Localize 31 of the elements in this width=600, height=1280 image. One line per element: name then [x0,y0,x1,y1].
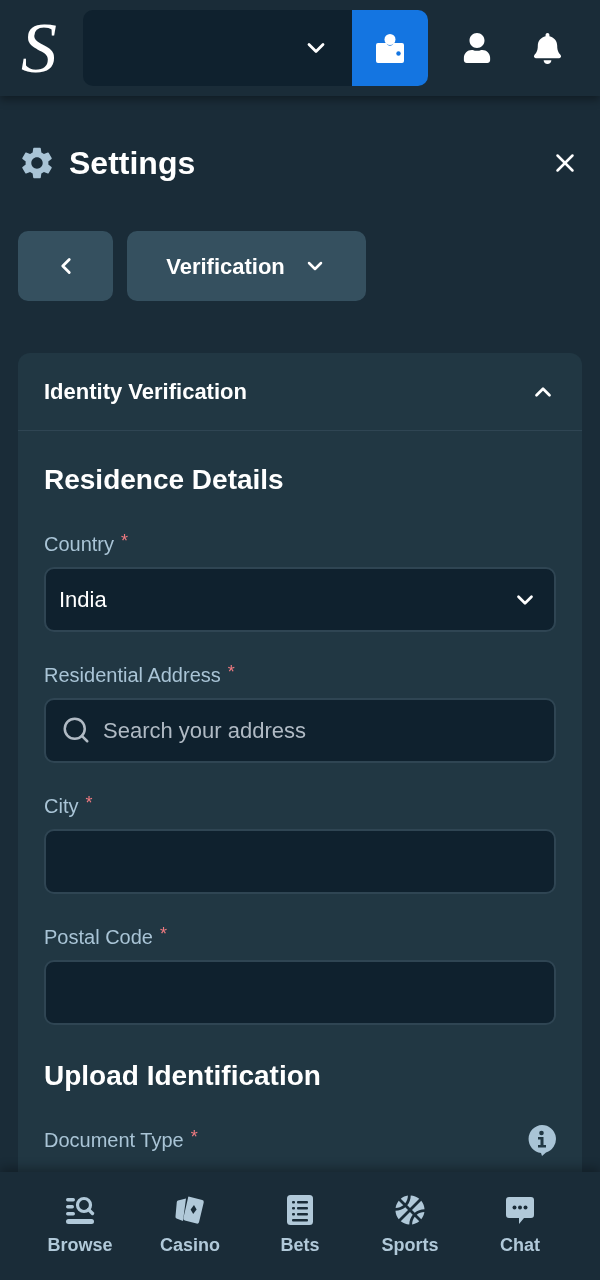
search-icon [61,715,91,745]
field-label: Country * [44,531,129,557]
select-field[interactable]: India [44,567,556,632]
text-input-field[interactable] [44,960,556,1025]
section-dropdown-button[interactable]: Verification [127,231,366,301]
browse-icon [65,1195,95,1225]
wallet-button[interactable] [352,10,428,86]
list-document-icon [287,1195,313,1225]
bell-icon [531,32,563,64]
info-icon[interactable] [528,1124,556,1156]
text-input-field[interactable] [44,829,556,894]
field-label: Residential Address * [44,662,235,688]
section-heading: Upload Identification [44,1061,321,1091]
nav-tab[interactable]: Casino [135,1172,245,1280]
nav-tab[interactable]: Bets [245,1172,355,1280]
field-label: Postal Code * [44,924,167,950]
accordion-header[interactable]: Identity Verification [18,353,582,431]
nav-tab[interactable]: Browse [25,1172,135,1280]
basketball-icon [395,1195,425,1225]
playing-cards-icon [175,1195,205,1225]
section-heading: Residence Details [44,465,284,495]
field-label: City * [44,793,93,819]
page-title: Settings [69,144,196,183]
search-field[interactable]: Search your address [44,698,556,763]
nav-tab[interactable]: Chat [465,1172,575,1280]
field-label: Document Type * [44,1127,198,1153]
chat-bubble-icon [506,1196,534,1224]
nav-tab[interactable]: Sports [355,1172,465,1280]
logo[interactable]: S [14,10,64,86]
user-icon [462,33,492,63]
wallet-icon [375,33,405,63]
